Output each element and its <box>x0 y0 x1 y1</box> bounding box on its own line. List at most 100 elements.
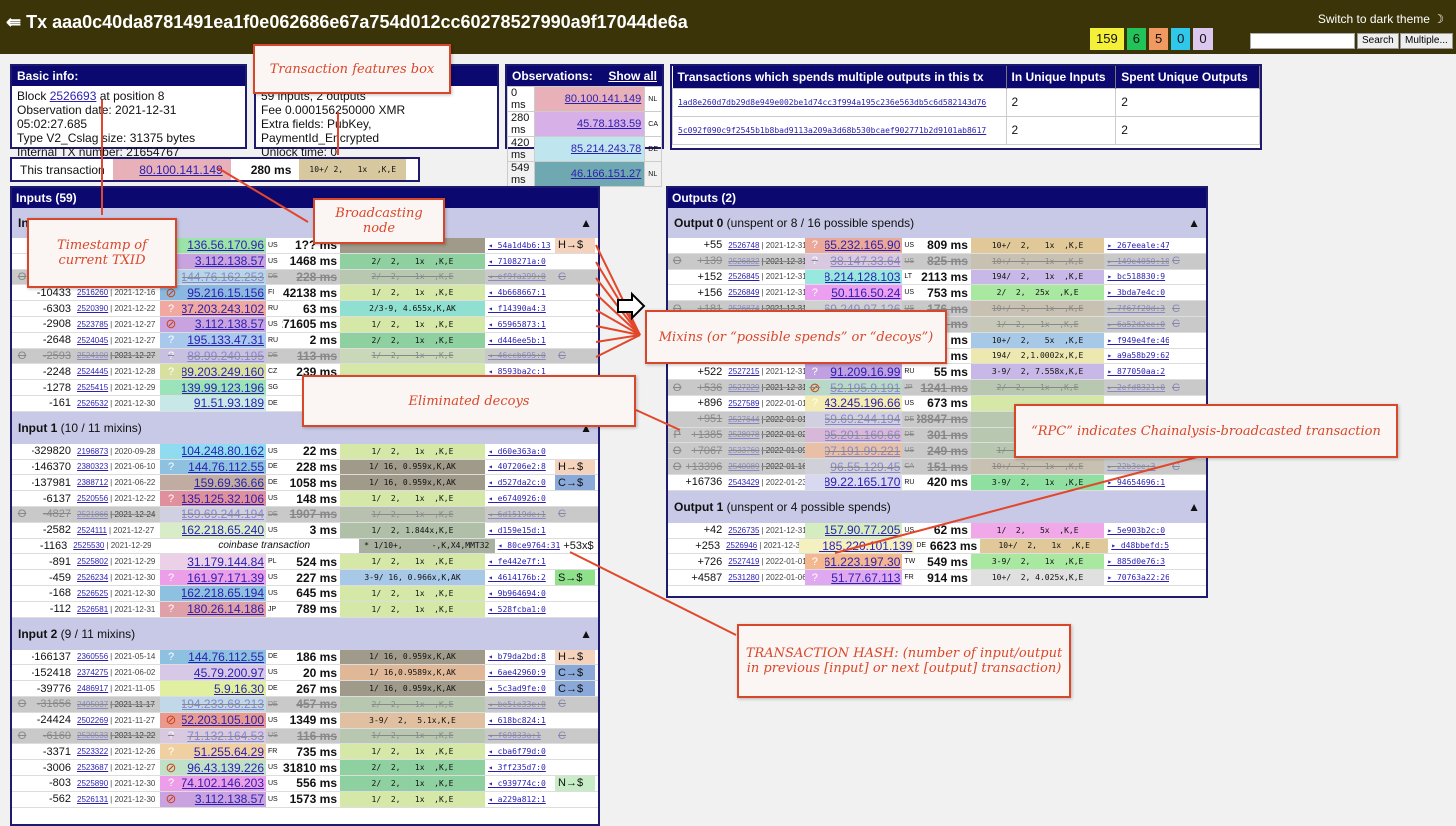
output-row[interactable]: +42 2526735 | 2021-12-31 157.90.77.205 US 62 … <box>668 522 1206 539</box>
node-ip[interactable]: 144.76.112.55 <box>188 650 264 664</box>
input-row[interactable]: O -31656 2495037 | 2021-11-17 194.233.68.213… <box>12 696 598 713</box>
block-link[interactable]: 2526748 <box>728 241 759 250</box>
node-ip[interactable]: 91.209.16.99 <box>830 365 900 379</box>
prev-next-tx-link[interactable]: ▸ 6a52d2ee:0 <box>1107 320 1165 329</box>
flag-badge[interactable]: H→$ <box>555 238 595 253</box>
block-link[interactable]: 2520533 <box>77 731 108 740</box>
search-button[interactable]: Search <box>1357 33 1399 49</box>
input-row[interactable]: -152418 2374275 | 2021-06-02 45.79.200.97 US… <box>12 665 598 682</box>
node-ip[interactable]: 89.203.249.160 <box>182 365 264 379</box>
node-ip[interactable]: 74.102.146.203 <box>182 776 264 790</box>
prev-next-tx-link[interactable]: ▸ 267eeale:47 <box>1107 241 1169 250</box>
prev-next-tx-link[interactable]: ◂ 7108271a:0 <box>488 257 546 266</box>
input-row[interactable]: -112 2526581 | 2021-12-31? 180.26.14.186 JP 7… <box>12 601 598 618</box>
input-row[interactable]: -562 2526131 | 2021-12-30 ⊘ 3.112.138.57 US 15… <box>12 791 598 808</box>
prev-next-tx-link[interactable]: ◂ 9b964694:0 <box>488 589 546 598</box>
output-group-header[interactable]: Output 0 (unspent or 8 / 16 possible spe… <box>668 208 1206 238</box>
block-link[interactable]: 2526832 <box>728 257 759 266</box>
block-link[interactable]: 2525530 <box>73 541 104 550</box>
block-link[interactable]: 2486917 <box>77 684 108 693</box>
block-link[interactable]: 2380323 <box>77 462 108 471</box>
count-badge[interactable]: 0 <box>1171 28 1191 50</box>
block-link[interactable]: 2531280 <box>728 573 759 582</box>
prev-next-tx-link[interactable]: ◂ d527da2c:0 <box>488 478 546 487</box>
block-link[interactable]: 2520390 <box>77 304 108 313</box>
block-link[interactable]: 2526581 <box>77 605 108 614</box>
block-link[interactable]: 2495037 <box>77 700 108 709</box>
prev-next-tx-link[interactable]: ◂ cba6f79d:0 <box>488 747 546 756</box>
block-link[interactable]: 2543429 <box>728 478 759 487</box>
collapse-icon[interactable]: ▲ <box>580 216 592 230</box>
node-ip[interactable]: 135.125.32.106 <box>182 492 264 506</box>
prev-next-tx-link[interactable]: ▸ 885d0e76:3 <box>1107 557 1165 566</box>
prev-next-tx-link[interactable]: ◂ e6740926:0 <box>488 494 546 503</box>
multiple-button[interactable]: Multiple... <box>1400 33 1453 49</box>
prev-next-tx-link[interactable]: ◂ 407206e2:8 <box>488 462 546 471</box>
block-link[interactable]: 2523687 <box>77 763 108 772</box>
block-link[interactable]: 2527644 <box>728 415 759 424</box>
flag-badge[interactable]: C <box>555 697 595 712</box>
input-row[interactable]: -6137 2520556 | 2021-12-22? 135.125.32.106 U… <box>12 491 598 507</box>
node-ip[interactable]: 91.51.93.189 <box>194 396 264 410</box>
flag-badge[interactable]: C <box>555 270 595 285</box>
node-ip[interactable]: 38.147.33.64 <box>830 254 900 268</box>
node-ip[interactable]: 52.195.9.191 <box>830 381 900 395</box>
node-ip[interactable]: 194.233.68.213 <box>182 697 264 711</box>
input-row[interactable]: O -2593 2524100 | 2021-12-27? 88.99.240.195 D… <box>12 348 598 365</box>
block-link[interactable]: 2526532 <box>77 399 108 408</box>
block-link[interactable]: 2527215 <box>728 367 759 376</box>
node-ip[interactable]: 43.245.196.66 <box>825 396 900 410</box>
block-link[interactable]: 2521866 <box>77 510 108 519</box>
input-row[interactable]: -329820 2196873 | 2020-09-28 104.248.80.162… <box>12 443 598 460</box>
input-row[interactable]: -137981 2388712 | 2021-06-22 159.69.36.66 DE… <box>12 475 598 492</box>
node-ip[interactable]: 3.112.138.57 <box>195 254 264 268</box>
node-ip[interactable]: 195.133.47.31 <box>187 333 264 347</box>
block-link[interactable]: 2526845 <box>728 272 759 281</box>
flag-badge[interactable]: C→$ <box>555 665 595 681</box>
collapse-icon[interactable]: ▲ <box>1188 500 1200 514</box>
input-row[interactable]: -166137 2360556 | 2021-05-14? 144.76.112.55… <box>12 649 598 666</box>
node-ip[interactable]: 107.191.99.221 <box>825 444 900 458</box>
flag-badge[interactable]: C <box>555 507 595 522</box>
output-row[interactable]: +726 2527419 | 2022-01-01? 61.223.197.30 TW 5… <box>668 554 1206 571</box>
node-ip[interactable]: 162.218.65.194 <box>182 586 264 600</box>
prev-next-tx-link[interactable]: ▸ a9a58b29:62 <box>1107 351 1169 360</box>
node-ip[interactable]: 195.201.160.66 <box>825 428 900 442</box>
block-link[interactable]: 2516260 <box>77 288 108 297</box>
block-link[interactable]: 2528078 <box>728 430 759 439</box>
prev-next-tx-link[interactable]: ▸ 877050aa:2 <box>1107 367 1165 376</box>
observation-ip[interactable]: 85.214.243.78 <box>571 143 641 155</box>
prev-next-tx-link[interactable]: ▸ bc518830:9 <box>1107 272 1165 281</box>
input-row[interactable]: -1163 2525530 | 2021-12-29 coinbase transac… <box>12 538 598 555</box>
flag-badge[interactable]: C <box>1169 459 1206 474</box>
block-link[interactable]: 2527419 <box>728 557 759 566</box>
prev-next-tx-link[interactable]: ◂ f69833a:1 <box>488 731 541 740</box>
output-row[interactable]: +522 2527215 | 2021-12-31? 91.209.16.99 RU 55… <box>668 364 1206 381</box>
flag-badge[interactable]: N→$ <box>555 775 595 791</box>
block-link[interactable]: 2527589 <box>728 399 759 408</box>
node-ip[interactable]: 144.76.162.253 <box>182 270 264 284</box>
prev-next-tx-link[interactable]: ◂ d446ee5b:1 <box>488 336 546 345</box>
prev-next-tx-link[interactable]: ◂ 5c3ad9fe:0 <box>488 684 546 693</box>
input-row[interactable]: -146370 2380323 | 2021-06-10? 144.76.112.55… <box>12 459 598 476</box>
prev-next-tx-link[interactable]: ▸ d48bbefd:5 <box>1111 541 1169 550</box>
block-link[interactable]: 2502269 <box>77 716 108 725</box>
prev-next-tx-link[interactable]: ▸ 149e4050:10 <box>1107 257 1169 266</box>
prev-next-tx-link[interactable]: ◂ 4614176b:2 <box>488 573 546 582</box>
node-ip[interactable]: 31.179.144.84 <box>187 555 264 569</box>
node-ip[interactable]: 52.203.105.100 <box>182 713 264 727</box>
block-link[interactable]: 2540089 <box>728 462 759 471</box>
prev-next-tx-link[interactable]: ◂ fe442e7f:1 <box>488 557 546 566</box>
prev-next-tx-link[interactable]: ◂ 3ff235d7:0 <box>488 763 546 772</box>
block-link[interactable]: 2526693 <box>50 89 97 103</box>
flag-badge[interactable]: H→$ <box>555 459 595 475</box>
input-row[interactable]: O -4827 2521866 | 2021-12-24 159.69.244.194 D… <box>12 506 598 523</box>
prev-next-tx-link[interactable]: ▸ 2efd8321:0 <box>1107 383 1165 392</box>
flag-badge[interactable]: H→$ <box>555 649 595 665</box>
flag-badge[interactable]: C <box>1169 317 1206 332</box>
block-link[interactable]: 2524445 <box>77 367 108 376</box>
observation-ip[interactable]: 80.100.141.149 <box>565 93 641 105</box>
block-link[interactable]: 2520556 <box>77 494 108 503</box>
broadcast-node-ip[interactable]: 80.100.141.149 <box>139 163 222 177</box>
prev-next-tx-link[interactable]: ◂ 46ccb695:0 <box>488 351 546 360</box>
